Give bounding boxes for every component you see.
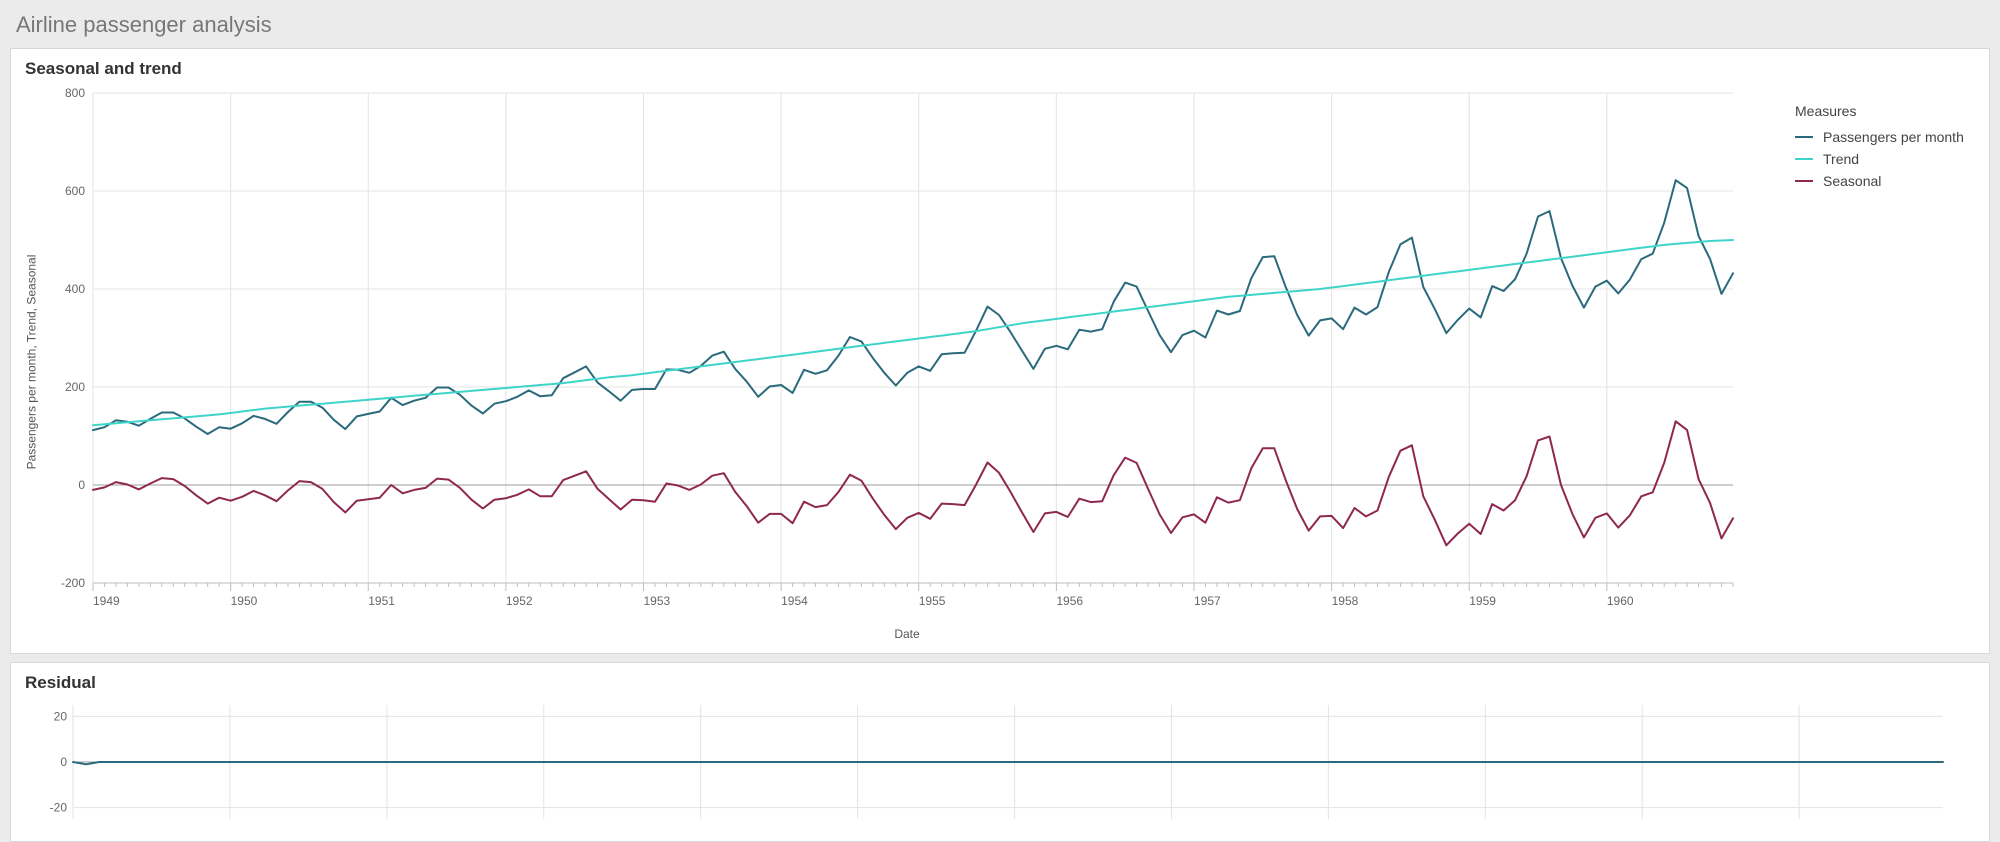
chart-seasonal-trend[interactable]: -200 0 200 400 600 800 1949 1950 1951 1952 1953 195… — [43, 83, 1743, 623]
panel-title: Residual — [11, 663, 1989, 697]
legend-item[interactable]: Passengers per month — [1795, 129, 1971, 145]
legend-label: Trend — [1823, 151, 1859, 167]
legend-label: Seasonal — [1823, 173, 1881, 189]
svg-text:0: 0 — [78, 478, 85, 492]
svg-text:-20: -20 — [50, 801, 68, 815]
svg-text:-200: -200 — [61, 576, 85, 590]
panel-residual: Residual -20 0 20 — [10, 662, 1990, 842]
x-axis-label: Date — [43, 623, 1771, 641]
svg-text:1955: 1955 — [919, 594, 946, 608]
legend-title: Measures — [1795, 103, 1971, 119]
svg-text:1951: 1951 — [368, 594, 395, 608]
svg-text:800: 800 — [65, 86, 85, 100]
svg-text:1956: 1956 — [1056, 594, 1083, 608]
svg-text:1960: 1960 — [1607, 594, 1634, 608]
svg-text:1952: 1952 — [506, 594, 533, 608]
svg-text:20: 20 — [54, 709, 68, 723]
svg-text:1958: 1958 — [1332, 594, 1359, 608]
legend-item[interactable]: Seasonal — [1795, 173, 1971, 189]
svg-text:1953: 1953 — [643, 594, 670, 608]
legend-swatch — [1795, 158, 1813, 160]
legend-swatch — [1795, 180, 1813, 182]
legend-swatch — [1795, 136, 1813, 138]
y-axis-label: Passengers per month, Trend, Seasonal — [19, 83, 43, 641]
legend: Measures Passengers per month Trend Season… — [1771, 83, 1971, 641]
panel-title: Seasonal and trend — [11, 49, 1989, 83]
svg-text:1954: 1954 — [781, 594, 808, 608]
svg-text:200: 200 — [65, 380, 85, 394]
svg-text:0: 0 — [60, 755, 67, 769]
svg-text:600: 600 — [65, 184, 85, 198]
page-title: Airline passenger analysis — [10, 6, 1990, 48]
svg-text:400: 400 — [65, 282, 85, 296]
panel-seasonal-trend: Seasonal and trend Passengers per month,… — [10, 48, 1990, 654]
legend-label: Passengers per month — [1823, 129, 1964, 145]
svg-text:1959: 1959 — [1469, 594, 1496, 608]
legend-item[interactable]: Trend — [1795, 151, 1971, 167]
dashboard-root: Airline passenger analysis Seasonal and … — [0, 0, 2000, 842]
svg-text:1950: 1950 — [231, 594, 258, 608]
svg-text:1949: 1949 — [93, 594, 120, 608]
svg-text:1957: 1957 — [1194, 594, 1221, 608]
chart-residual[interactable]: -20 0 20 — [43, 697, 1953, 827]
